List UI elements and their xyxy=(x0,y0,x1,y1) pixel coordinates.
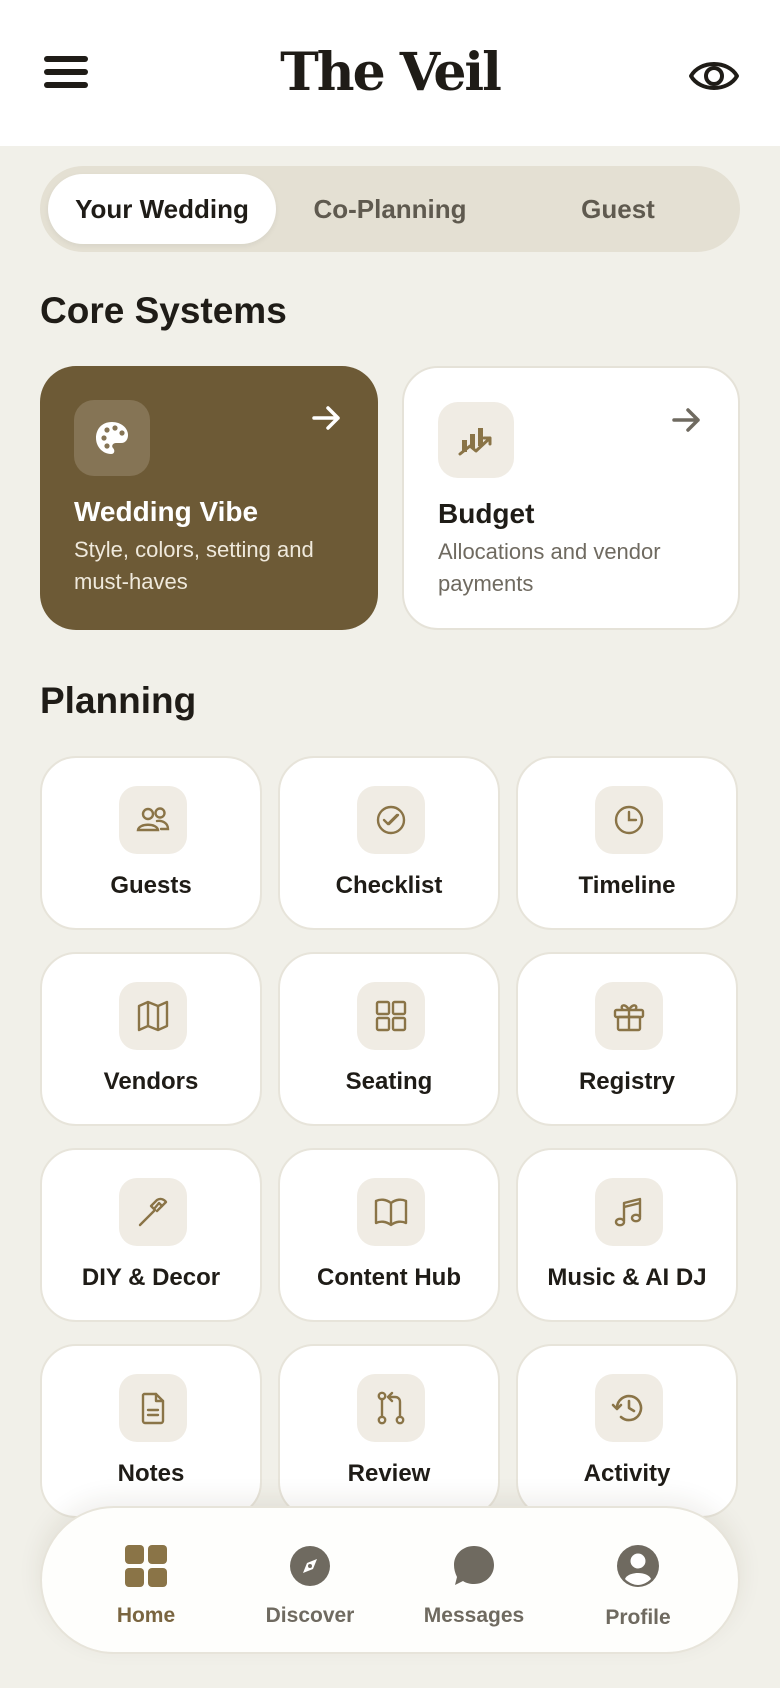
app-header: The Veil xyxy=(0,0,780,146)
segmented-tabs: Your Wedding Co-Planning Guest xyxy=(40,166,740,252)
tile-label: Guests xyxy=(110,872,192,899)
card-description: Allocations and vendor payments xyxy=(438,539,661,596)
tab-co-planning[interactable]: Co-Planning xyxy=(276,174,504,244)
tile-label: Timeline xyxy=(578,872,676,899)
history-icon xyxy=(595,1374,663,1442)
profile-icon xyxy=(616,1544,660,1588)
music-icon xyxy=(595,1178,663,1246)
core-systems-heading: Core Systems xyxy=(40,290,287,331)
nav-messages[interactable]: Messages xyxy=(394,1508,554,1656)
tile-music-ai-dj[interactable]: Music & AI DJ xyxy=(516,1148,738,1322)
tile-seating[interactable]: Seating xyxy=(278,952,500,1126)
nav-home[interactable]: Home xyxy=(66,1508,226,1656)
nav-discover[interactable]: Discover xyxy=(230,1508,390,1656)
card-title: Wedding Vibe xyxy=(74,496,259,527)
map-icon xyxy=(119,982,187,1050)
tile-vendors[interactable]: Vendors xyxy=(40,952,262,1126)
tile-label: Music & AI DJ xyxy=(547,1264,707,1291)
clock-icon xyxy=(595,786,663,854)
compass-icon xyxy=(288,1544,332,1588)
tile-activity[interactable]: Activity xyxy=(516,1344,738,1518)
tile-timeline[interactable]: Timeline xyxy=(516,756,738,930)
tile-label: Registry xyxy=(578,1068,676,1095)
tab-your-wedding[interactable]: Your Wedding xyxy=(48,174,276,244)
chart-trend-icon xyxy=(438,402,514,478)
bottom-navigation: Home Discover Messages Profile xyxy=(40,1506,740,1654)
hammer-icon xyxy=(119,1178,187,1246)
tile-label: Content Hub xyxy=(317,1264,461,1291)
grid-icon xyxy=(357,982,425,1050)
tile-review[interactable]: Review xyxy=(278,1344,500,1518)
tile-label: Activity xyxy=(583,1460,671,1487)
nav-label: Messages xyxy=(423,1604,525,1627)
card-title: Budget xyxy=(438,498,535,529)
nav-profile[interactable]: Profile xyxy=(558,1508,718,1656)
tile-label: Checklist xyxy=(335,872,443,899)
chat-bubble-icon xyxy=(452,1544,496,1588)
budget-card[interactable]: Budget Allocations and vendor payments xyxy=(402,366,740,630)
nav-label: Discover xyxy=(265,1604,355,1627)
gift-icon xyxy=(595,982,663,1050)
tile-guests[interactable]: Guests xyxy=(40,756,262,930)
wedding-vibe-card[interactable]: Wedding Vibe Style, colors, setting and … xyxy=(40,366,378,630)
tile-notes[interactable]: Notes xyxy=(40,1344,262,1518)
tile-label: Seating xyxy=(345,1068,433,1095)
tab-guest[interactable]: Guest xyxy=(504,174,732,244)
planning-heading: Planning xyxy=(40,680,197,721)
tile-label: Vendors xyxy=(103,1068,199,1095)
nav-label: Profile xyxy=(605,1606,671,1629)
tile-checklist[interactable]: Checklist xyxy=(278,756,500,930)
check-circle-icon xyxy=(357,786,425,854)
tile-label: Notes xyxy=(117,1460,185,1487)
arrow-right-icon xyxy=(308,400,344,436)
home-grid-icon xyxy=(124,1544,168,1588)
tile-label: Review xyxy=(347,1460,431,1487)
tile-label: DIY & Decor xyxy=(81,1264,221,1291)
book-icon xyxy=(357,1178,425,1246)
palette-icon xyxy=(74,400,150,476)
tile-diy-decor[interactable]: DIY & Decor xyxy=(40,1148,262,1322)
eye-icon[interactable] xyxy=(688,50,740,102)
document-icon xyxy=(119,1374,187,1442)
tile-registry[interactable]: Registry xyxy=(516,952,738,1126)
people-icon xyxy=(119,786,187,854)
app-title: The Veil xyxy=(280,42,502,103)
tile-content-hub[interactable]: Content Hub xyxy=(278,1148,500,1322)
nav-label: Home xyxy=(116,1604,176,1627)
arrow-right-icon xyxy=(668,402,704,438)
pull-request-icon xyxy=(357,1374,425,1442)
card-description: Style, colors, setting and must-haves xyxy=(74,537,314,594)
